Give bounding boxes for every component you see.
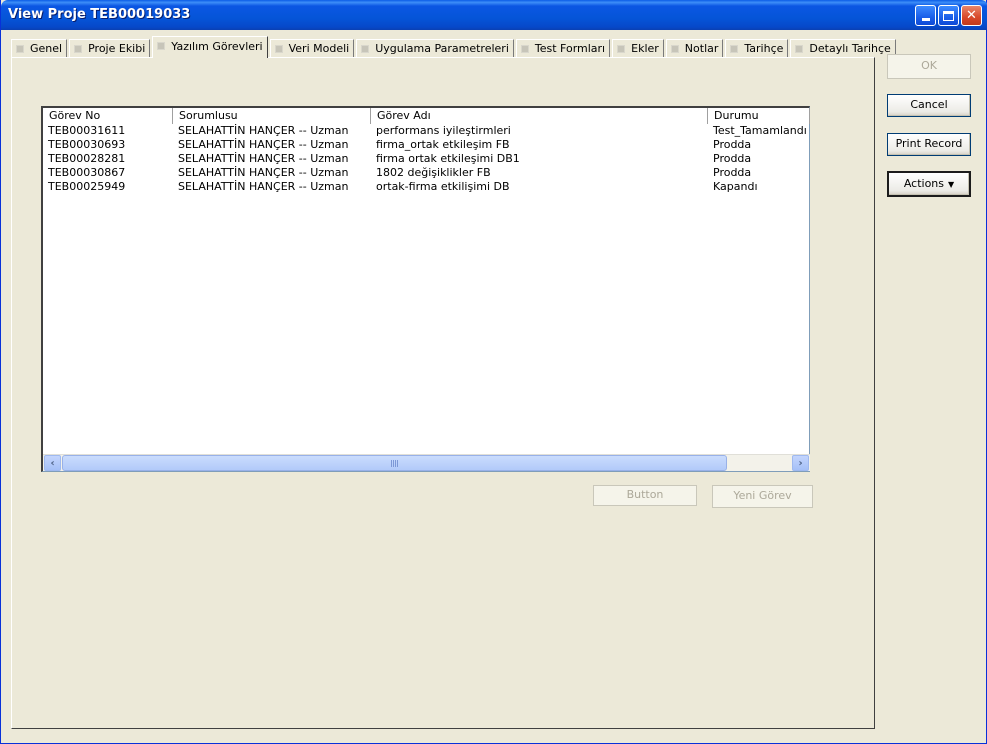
print-record-button[interactable]: Print Record: [887, 133, 971, 156]
tab-marker-icon: [157, 42, 166, 50]
minimize-icon: [921, 18, 930, 21]
tab-marker-icon: [670, 44, 679, 53]
cell-gorev-no: TEB00028281: [48, 152, 126, 165]
column-header-durumu[interactable]: Durumu: [708, 108, 810, 124]
tab-detayli-tarihce[interactable]: Detaylı Tarihçe: [790, 39, 896, 57]
button-button[interactable]: Button: [593, 485, 697, 506]
caret-down-icon: ▼: [948, 180, 955, 189]
tab-marker-icon: [617, 44, 626, 53]
list-header: Görev No Sorumlusu Görev Adı Durumu: [43, 108, 810, 124]
cell-gorev-no: TEB00030867: [48, 166, 126, 179]
cell-sorumlusu: SELAHATTİN HANÇER -- Uzman: [178, 152, 349, 165]
tab-label: Veri Modeli: [288, 42, 350, 55]
title-bar[interactable]: View Proje TEB00019033 ✕: [1, 0, 987, 30]
cell-durumu: Prodda: [713, 138, 752, 151]
cell-sorumlusu: SELAHATTİN HANÇER -- Uzman: [178, 124, 349, 137]
scroll-right-button[interactable]: ›: [792, 455, 809, 471]
cell-durumu: Prodda: [713, 152, 752, 165]
tab-tarihce[interactable]: Tarihçe: [725, 39, 789, 57]
cell-durumu: Kapandı: [713, 180, 758, 193]
tab-label: Uygulama Parametreleri: [375, 42, 509, 55]
actions-button[interactable]: Actions ▼: [887, 171, 971, 197]
tab-label: Notlar: [684, 42, 719, 55]
list-row[interactable]: TEB00030867 SELAHATTİN HANÇER -- Uzman 1…: [43, 166, 810, 180]
minimize-button[interactable]: [915, 5, 936, 26]
tab-label: Ekler: [631, 42, 659, 55]
maximize-button[interactable]: [938, 5, 959, 26]
tab-genel[interactable]: Genel: [11, 39, 68, 57]
tab-marker-icon: [74, 44, 83, 53]
cell-durumu: Test_Tamamlandı: [713, 124, 807, 137]
close-button[interactable]: ✕: [961, 5, 982, 26]
tab-notlar[interactable]: Notlar: [665, 39, 724, 57]
cell-gorev-adi: firma_ortak etkileşim FB: [376, 138, 510, 151]
list-row[interactable]: TEB00031611 SELAHATTİN HANÇER -- Uzman p…: [43, 124, 810, 138]
cell-durumu: Prodda: [713, 166, 752, 179]
tab-strip: Genel Proje Ekibi Yazılım Görevleri Veri…: [11, 36, 898, 58]
cell-sorumlusu: SELAHATTİN HANÇER -- Uzman: [178, 180, 349, 193]
tab-marker-icon: [361, 44, 370, 53]
tab-test-formlari[interactable]: Test Formları: [515, 39, 611, 57]
tab-label: Yazılım Görevleri: [171, 39, 263, 53]
close-icon: ✕: [966, 8, 977, 23]
cell-gorev-no: TEB00025949: [48, 180, 126, 193]
cell-sorumlusu: SELAHATTİN HANÇER -- Uzman: [178, 166, 349, 179]
tab-yazilim-gorevleri[interactable]: Yazılım Görevleri: [152, 36, 268, 58]
tab-veri-modeli[interactable]: Veri Modeli: [269, 39, 355, 57]
tab-marker-icon: [274, 44, 283, 53]
cell-gorev-adi: performans iyileştirmleri: [376, 124, 511, 137]
cell-sorumlusu: SELAHATTİN HANÇER -- Uzman: [178, 138, 349, 151]
window-title: View Proje TEB00019033: [8, 7, 191, 22]
new-task-button[interactable]: Yeni Görev: [712, 485, 813, 508]
tab-label: Proje Ekibi: [88, 42, 146, 55]
tab-ekler[interactable]: Ekler: [612, 39, 664, 57]
tab-proje-ekibi[interactable]: Proje Ekibi: [69, 39, 151, 57]
horizontal-scrollbar[interactable]: ‹ ›: [43, 454, 810, 471]
list-row[interactable]: TEB00025949 SELAHATTİN HANÇER -- Uzman o…: [43, 180, 810, 194]
scroll-thumb[interactable]: [62, 455, 727, 471]
task-list[interactable]: Görev No Sorumlusu Görev Adı Durumu TEB0…: [41, 106, 810, 472]
cell-gorev-adi: 1802 değişiklikler FB: [376, 166, 491, 179]
cell-gorev-no: TEB00030693: [48, 138, 126, 151]
list-row[interactable]: TEB00030693 SELAHATTİN HANÇER -- Uzman f…: [43, 138, 810, 152]
chevron-right-icon: ›: [798, 457, 803, 469]
tab-label: Tarihçe: [744, 42, 784, 55]
scroll-left-button[interactable]: ‹: [44, 455, 61, 471]
cell-gorev-adi: ortak-firma etkilişimi DB: [376, 180, 510, 193]
tab-uygulama-parametreleri[interactable]: Uygulama Parametreleri: [356, 39, 514, 57]
tab-label: Test Formları: [534, 42, 606, 55]
cell-gorev-no: TEB00031611: [48, 124, 126, 137]
tab-marker-icon: [520, 44, 529, 53]
tab-marker-icon: [795, 44, 804, 53]
column-header-sorumlusu[interactable]: Sorumlusu: [173, 108, 371, 124]
tab-label: Genel: [30, 42, 63, 55]
column-header-gorev-adi[interactable]: Görev Adı: [371, 108, 708, 124]
grip-icon: [390, 459, 399, 467]
tab-marker-icon: [16, 44, 24, 53]
actions-label: Actions: [903, 177, 945, 190]
app-window: View Proje TEB00019033 ✕ Genel Proje Eki…: [0, 0, 987, 744]
chevron-left-icon: ‹: [50, 457, 55, 469]
list-row[interactable]: TEB00028281 SELAHATTİN HANÇER -- Uzman f…: [43, 152, 810, 166]
tab-marker-icon: [730, 44, 739, 53]
ok-button[interactable]: OK: [887, 54, 971, 79]
cell-gorev-adi: firma ortak etkileşimi DB1: [376, 152, 520, 165]
list-body: TEB00031611 SELAHATTİN HANÇER -- Uzman p…: [43, 124, 810, 194]
column-header-gorev-no[interactable]: Görev No: [43, 108, 173, 124]
tab-label: Detaylı Tarihçe: [809, 42, 891, 55]
cancel-button[interactable]: Cancel: [887, 94, 971, 117]
maximize-icon: [943, 10, 954, 21]
